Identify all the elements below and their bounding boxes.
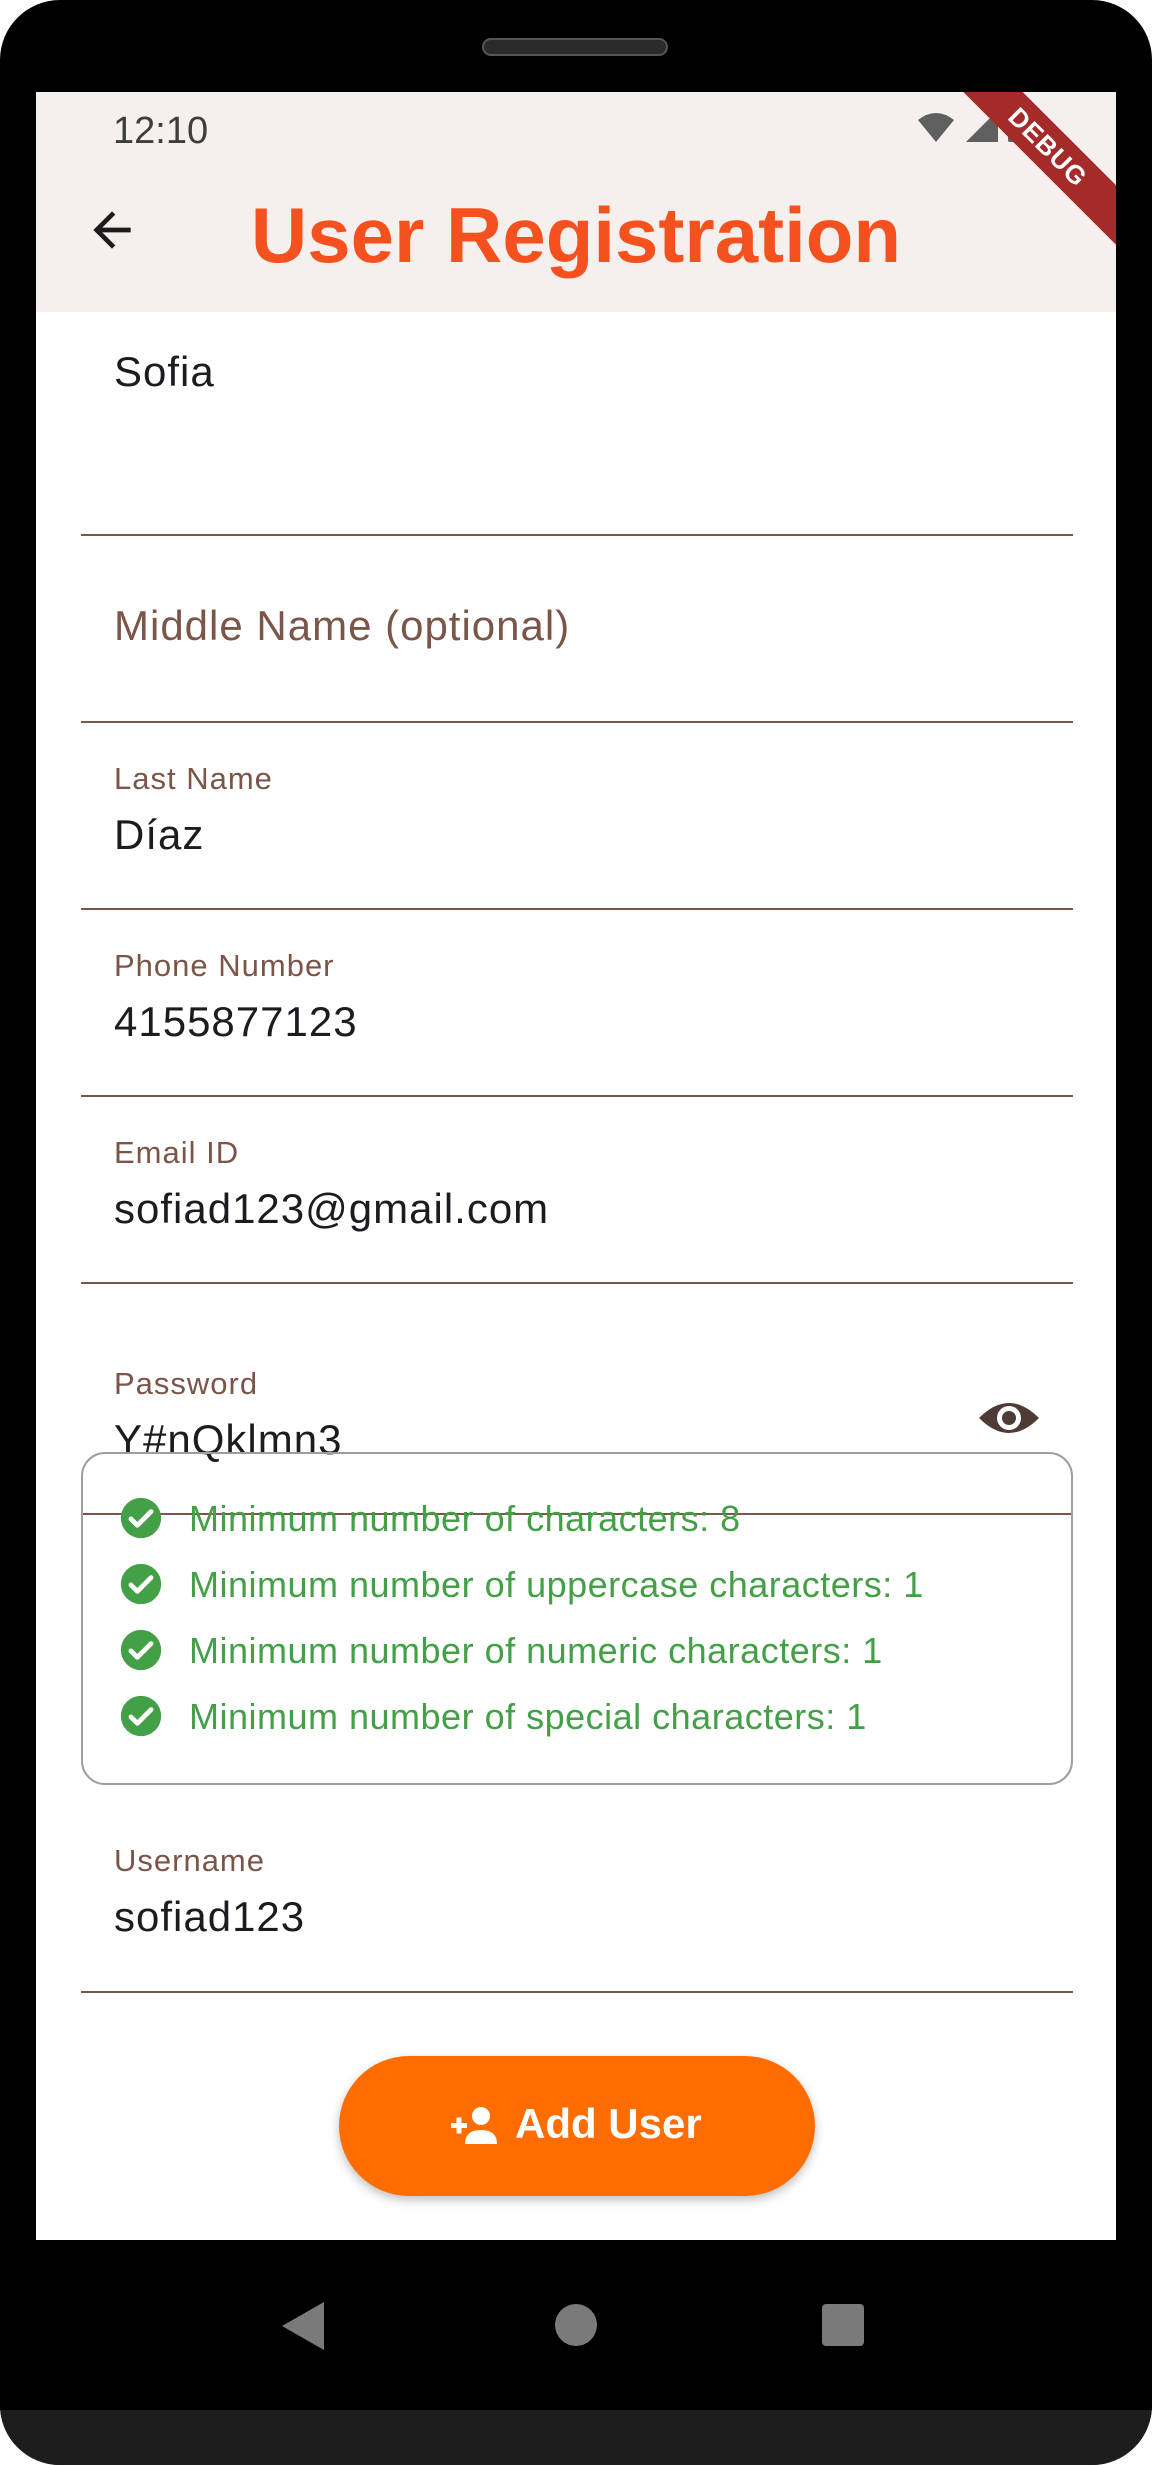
rule-text: Minimum number of characters: 8 — [189, 1498, 741, 1539]
email-field[interactable]: Email ID sofiad123@gmail.com — [81, 1097, 1073, 1284]
check-circle-icon — [120, 1563, 162, 1605]
password-label: Password — [114, 1366, 259, 1401]
username-field[interactable]: Username sofiad123 — [81, 1809, 1073, 1993]
last-name-value: Díaz — [114, 811, 205, 858]
email-label: Email ID — [114, 1135, 240, 1170]
speaker-grille — [482, 38, 668, 56]
last-name-field[interactable]: Last Name Díaz — [81, 723, 1073, 910]
username-value: sofiad123 — [114, 1893, 306, 1940]
rule-text: Minimum number of uppercase characters: … — [189, 1564, 924, 1605]
page-title: User Registration — [250, 191, 902, 279]
email-value: sofiad123@gmail.com — [114, 1185, 550, 1232]
phone-field[interactable]: Phone Number 4155877123 — [81, 910, 1073, 1097]
check-circle-icon — [120, 1497, 162, 1539]
rule-text: Minimum number of special characters: 1 — [189, 1696, 867, 1737]
app-bar: 12:10 User Registration DEBUG — [36, 92, 1116, 312]
person-add-icon — [451, 2107, 497, 2144]
check-circle-icon — [120, 1695, 162, 1737]
last-name-label: Last Name — [114, 761, 273, 796]
middle-name-placeholder: Middle Name (optional) — [114, 602, 571, 649]
first-name-value: Sofia — [114, 348, 215, 395]
phone-label: Phone Number — [114, 948, 335, 983]
check-circle-icon — [120, 1629, 162, 1671]
app-screen: 12:10 User Registration DEBUG Sofia Midd… — [36, 92, 1116, 2240]
phone-value: 4155877123 — [114, 998, 358, 1045]
device-frame: 12:10 User Registration DEBUG Sofia Midd… — [0, 0, 1152, 2465]
password-rules-box: Minimum number of characters: 8 Minimum … — [81, 1452, 1073, 1785]
status-time: 12:10 — [113, 110, 209, 152]
add-user-button[interactable]: Add User — [339, 2056, 815, 2196]
rule-text: Minimum number of numeric characters: 1 — [189, 1630, 883, 1671]
nav-recents-icon[interactable] — [822, 2304, 864, 2346]
nav-home-icon[interactable] — [555, 2304, 597, 2346]
add-user-label: Add User — [515, 2100, 702, 2147]
wifi-icon — [918, 113, 954, 142]
nav-back-icon[interactable] — [280, 2300, 326, 2352]
middle-name-field[interactable]: Middle Name (optional) — [81, 536, 1073, 723]
first-name-field[interactable]: Sofia — [81, 312, 1073, 536]
system-nav-bar — [0, 2240, 1152, 2410]
device-bottom-bezel — [0, 2410, 1152, 2465]
username-label: Username — [114, 1843, 265, 1878]
show-password-eye-icon[interactable] — [977, 1396, 1041, 1440]
